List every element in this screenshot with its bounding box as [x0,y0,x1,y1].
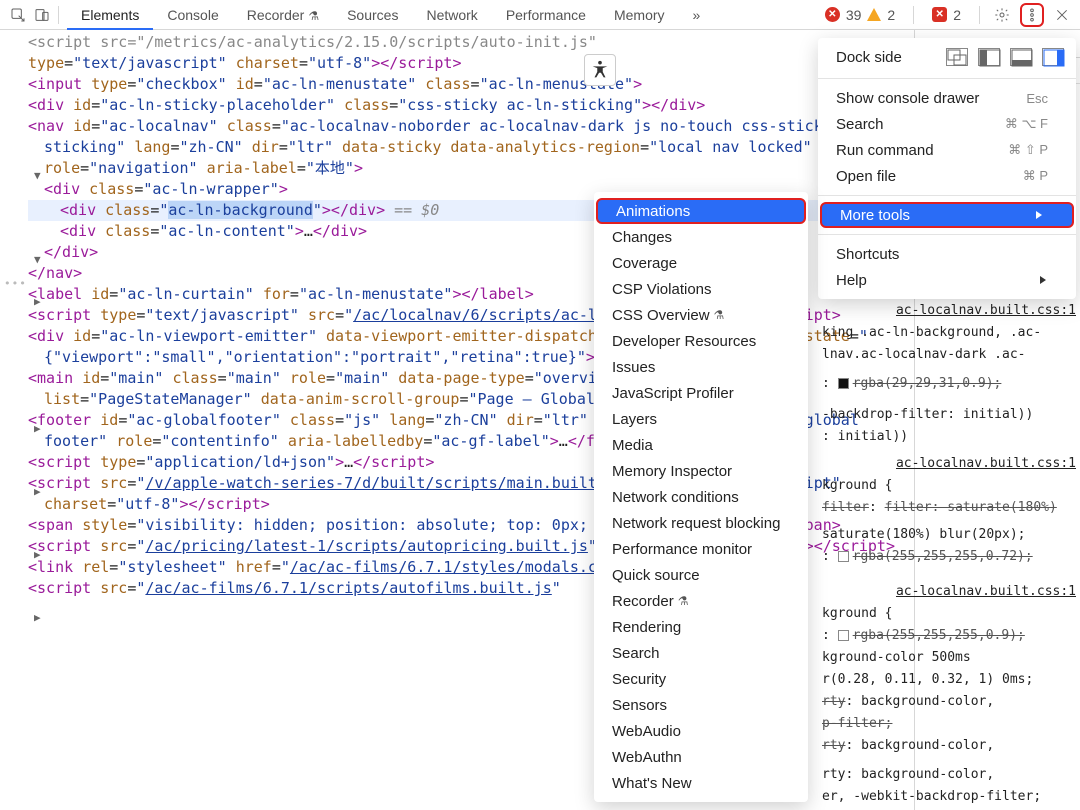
blocked-counter[interactable]: ✕2 [922,5,971,25]
css-file-link[interactable]: ac-localnav.built.css:1 [822,453,1076,474]
css-rules-panel[interactable]: ac-localnav.built.css:1 king .ac-ln-back… [814,292,1078,809]
device-toolbar-icon[interactable] [30,3,54,27]
tool-layers[interactable]: Layers [594,406,808,432]
tool-network-blocking[interactable]: Network request blocking [594,510,808,536]
warning-count: 2 [887,7,895,23]
close-icon[interactable] [1050,3,1074,27]
separator [58,6,59,24]
css-file-link[interactable]: ac-localnav.built.css:1 [822,300,1076,321]
menu-show-console-drawer[interactable]: Show console drawerEsc [818,85,1076,111]
tool-security[interactable]: Security [594,666,808,692]
menu-divider [818,78,1076,79]
tool-recorder[interactable]: Recorder⚗ [594,588,808,614]
tab-performance[interactable]: Performance [492,0,600,30]
menu-more-tools[interactable]: More tools [820,202,1074,228]
tool-issues[interactable]: Issues [594,354,808,380]
cursor-marker: == $0 [385,201,439,219]
menu-divider [818,234,1076,235]
more-tools-menu: Animations Changes Coverage CSP Violatio… [594,192,808,802]
tool-js-profiler[interactable]: JavaScript Profiler [594,380,808,406]
tab-network[interactable]: Network [412,0,491,30]
tool-csp-violations[interactable]: CSP Violations [594,276,808,302]
inspect-icon[interactable] [6,3,30,27]
tab-elements[interactable]: Elements [67,0,153,30]
warning-icon [867,8,881,21]
settings-gear-icon[interactable] [990,3,1014,27]
settings-menu: Dock side Show console drawerEsc Search⌘… [818,38,1076,299]
tab-memory[interactable]: Memory [600,0,679,30]
tool-sensors[interactable]: Sensors [594,692,808,718]
tool-coverage[interactable]: Coverage [594,250,808,276]
accessibility-icon[interactable] [584,54,616,86]
error-icon: ✕ [825,7,840,22]
menu-open-file[interactable]: Open file⌘ P [818,163,1076,189]
tool-webaudio[interactable]: WebAudio [594,718,808,744]
tool-animations[interactable]: Animations [596,198,806,224]
issues-counter[interactable]: ✕ 39 2 [815,5,905,25]
menu-help[interactable]: Help [818,267,1076,293]
dom-line: <script src="/metrics/ac-analytics/2.15.… [28,33,597,51]
menu-divider [818,195,1076,196]
kebab-menu-icon[interactable] [1020,3,1044,27]
tool-developer-resources[interactable]: Developer Resources [594,328,808,354]
menu-shortcuts[interactable]: Shortcuts [818,241,1076,267]
error-count: 39 [846,7,862,23]
tool-performance-monitor[interactable]: Performance monitor [594,536,808,562]
tool-webauthn[interactable]: WebAuthn [594,744,808,770]
tool-network-conditions[interactable]: Network conditions [594,484,808,510]
tab-recorder[interactable]: Recorder⚗ [233,0,333,30]
tool-search[interactable]: Search [594,640,808,666]
dock-right-icon[interactable] [1042,48,1064,66]
css-file-link[interactable]: ac-localnav.built.css:1 [822,581,1076,602]
blocked-count: 2 [953,7,961,23]
tool-whats-new[interactable]: What's New [594,770,808,796]
devtools-toolbar: Elements Console Recorder⚗ Sources Netwo… [0,0,1080,30]
tool-quick-source[interactable]: Quick source [594,562,808,588]
tab-console[interactable]: Console [153,0,232,30]
tabs-overflow[interactable]: » [679,0,715,30]
tool-css-overview[interactable]: CSS Overview⚗ [594,302,808,328]
dock-left-icon[interactable] [978,48,1000,66]
tool-media[interactable]: Media [594,432,808,458]
submenu-arrow-icon [1034,207,1044,224]
tab-sources[interactable]: Sources [333,0,412,30]
separator [913,6,914,24]
toolbar-right: ✕39 2 ✕2 [815,3,1074,27]
dock-side-label: Dock side [836,49,902,66]
dock-side-row: Dock side [818,44,1076,72]
panel-tabs: Elements Console Recorder⚗ Sources Netwo… [67,0,714,30]
blocked-icon: ✕ [932,7,947,22]
dock-bottom-icon[interactable] [1010,48,1032,66]
separator [979,6,980,24]
tool-changes[interactable]: Changes [594,224,808,250]
menu-run-command[interactable]: Run command⌘ ⇧ P [818,137,1076,163]
submenu-arrow-icon [1038,272,1048,289]
tool-memory-inspector[interactable]: Memory Inspector [594,458,808,484]
tool-rendering[interactable]: Rendering [594,614,808,640]
menu-search[interactable]: Search⌘ ⌥ F [818,111,1076,137]
dock-undock-icon[interactable] [946,48,968,66]
